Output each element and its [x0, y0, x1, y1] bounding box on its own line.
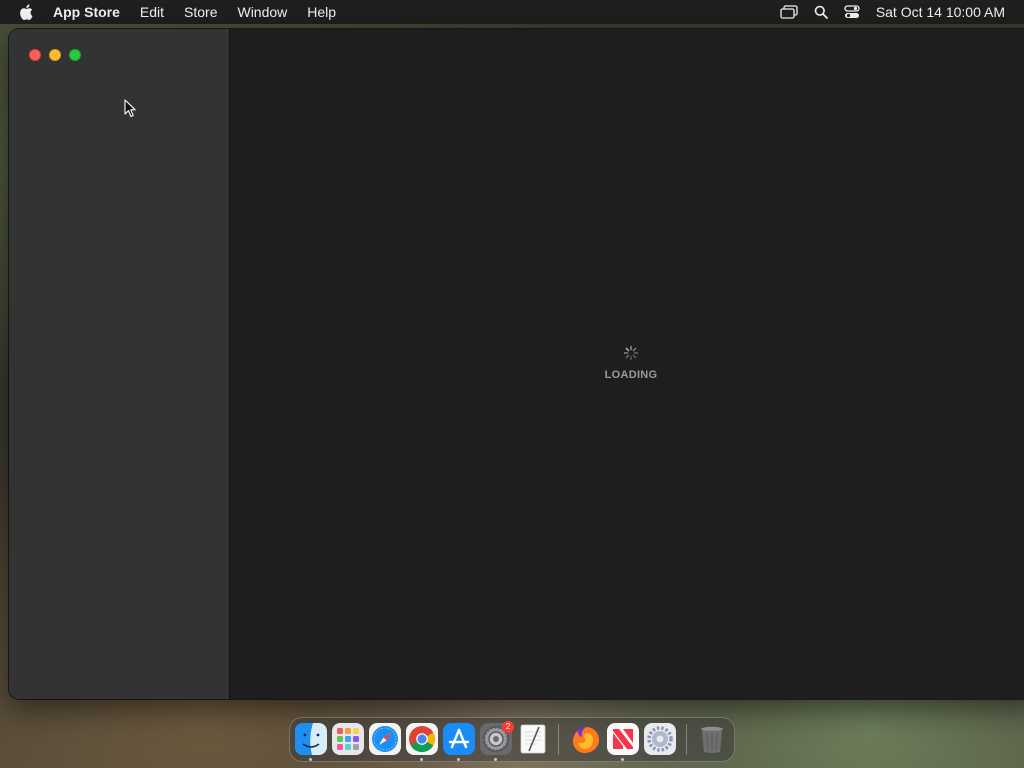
spinner-icon — [623, 345, 639, 361]
finder-icon — [295, 723, 327, 755]
menu-help[interactable]: Help — [307, 0, 336, 24]
close-button[interactable] — [29, 49, 41, 61]
menu-bar-clock[interactable]: Sat Oct 14 10:00 AM — [876, 4, 1005, 20]
loading-text: LOADING — [604, 369, 658, 381]
dock-finder-running-indicator — [309, 758, 312, 761]
dock-chrome[interactable] — [406, 723, 438, 755]
news-icon — [607, 723, 639, 755]
menu-store[interactable]: Store — [184, 0, 217, 24]
dock-chrome-running-indicator — [420, 758, 423, 761]
menu-window[interactable]: Window — [237, 0, 287, 24]
settings-icon — [644, 723, 676, 755]
dock-app-store-running-indicator — [457, 758, 460, 761]
dock-firefox[interactable] — [570, 723, 602, 755]
menu-app-name[interactable]: App Store — [53, 0, 120, 24]
dock: 2 — [289, 717, 735, 762]
dock-textedit[interactable] — [517, 723, 549, 755]
firefox-icon — [573, 727, 600, 753]
dock-system-preferences-running-indicator — [494, 758, 497, 761]
window-controls — [29, 49, 89, 61]
dock-finder[interactable] — [295, 723, 327, 755]
dock-trash[interactable] — [696, 723, 728, 755]
minimize-button[interactable] — [49, 49, 61, 61]
dock-news-running-indicator — [621, 758, 624, 761]
app-store-icon — [443, 723, 475, 755]
textedit-icon — [520, 724, 546, 754]
mouse-cursor-icon — [124, 99, 136, 118]
search-icon[interactable] — [814, 5, 828, 19]
menu-edit[interactable]: Edit — [140, 0, 164, 24]
menu-bar-left: App Store Edit Store Window Help — [0, 0, 356, 24]
dock-launchpad[interactable] — [332, 723, 364, 755]
zoom-button[interactable] — [69, 49, 81, 61]
dock-separator-trash — [686, 724, 687, 755]
dock-news[interactable] — [607, 723, 639, 755]
dock-separator — [558, 724, 559, 755]
safari-icon — [369, 723, 401, 755]
menu-bar-right: Sat Oct 14 10:00 AM — [780, 0, 1024, 24]
sidebar — [9, 29, 230, 699]
apple-icon[interactable] — [19, 4, 33, 20]
menu-bar: App Store Edit Store Window Help Sat Oct… — [0, 0, 1024, 24]
app-store-window: LOADING — [9, 29, 1024, 699]
launchpad-icon — [332, 723, 364, 755]
loading-indicator: LOADING — [581, 345, 681, 381]
trash-icon — [701, 726, 723, 753]
dock-settings[interactable] — [644, 723, 676, 755]
dock-safari[interactable] — [369, 723, 401, 755]
control-center-icon[interactable] — [844, 5, 860, 19]
screen-mirroring-icon[interactable] — [780, 5, 798, 19]
dock-app-store[interactable] — [443, 723, 475, 755]
chrome-icon — [406, 723, 438, 755]
system-preferences-badge: 2 — [502, 721, 514, 733]
main-content: LOADING — [230, 29, 1024, 699]
